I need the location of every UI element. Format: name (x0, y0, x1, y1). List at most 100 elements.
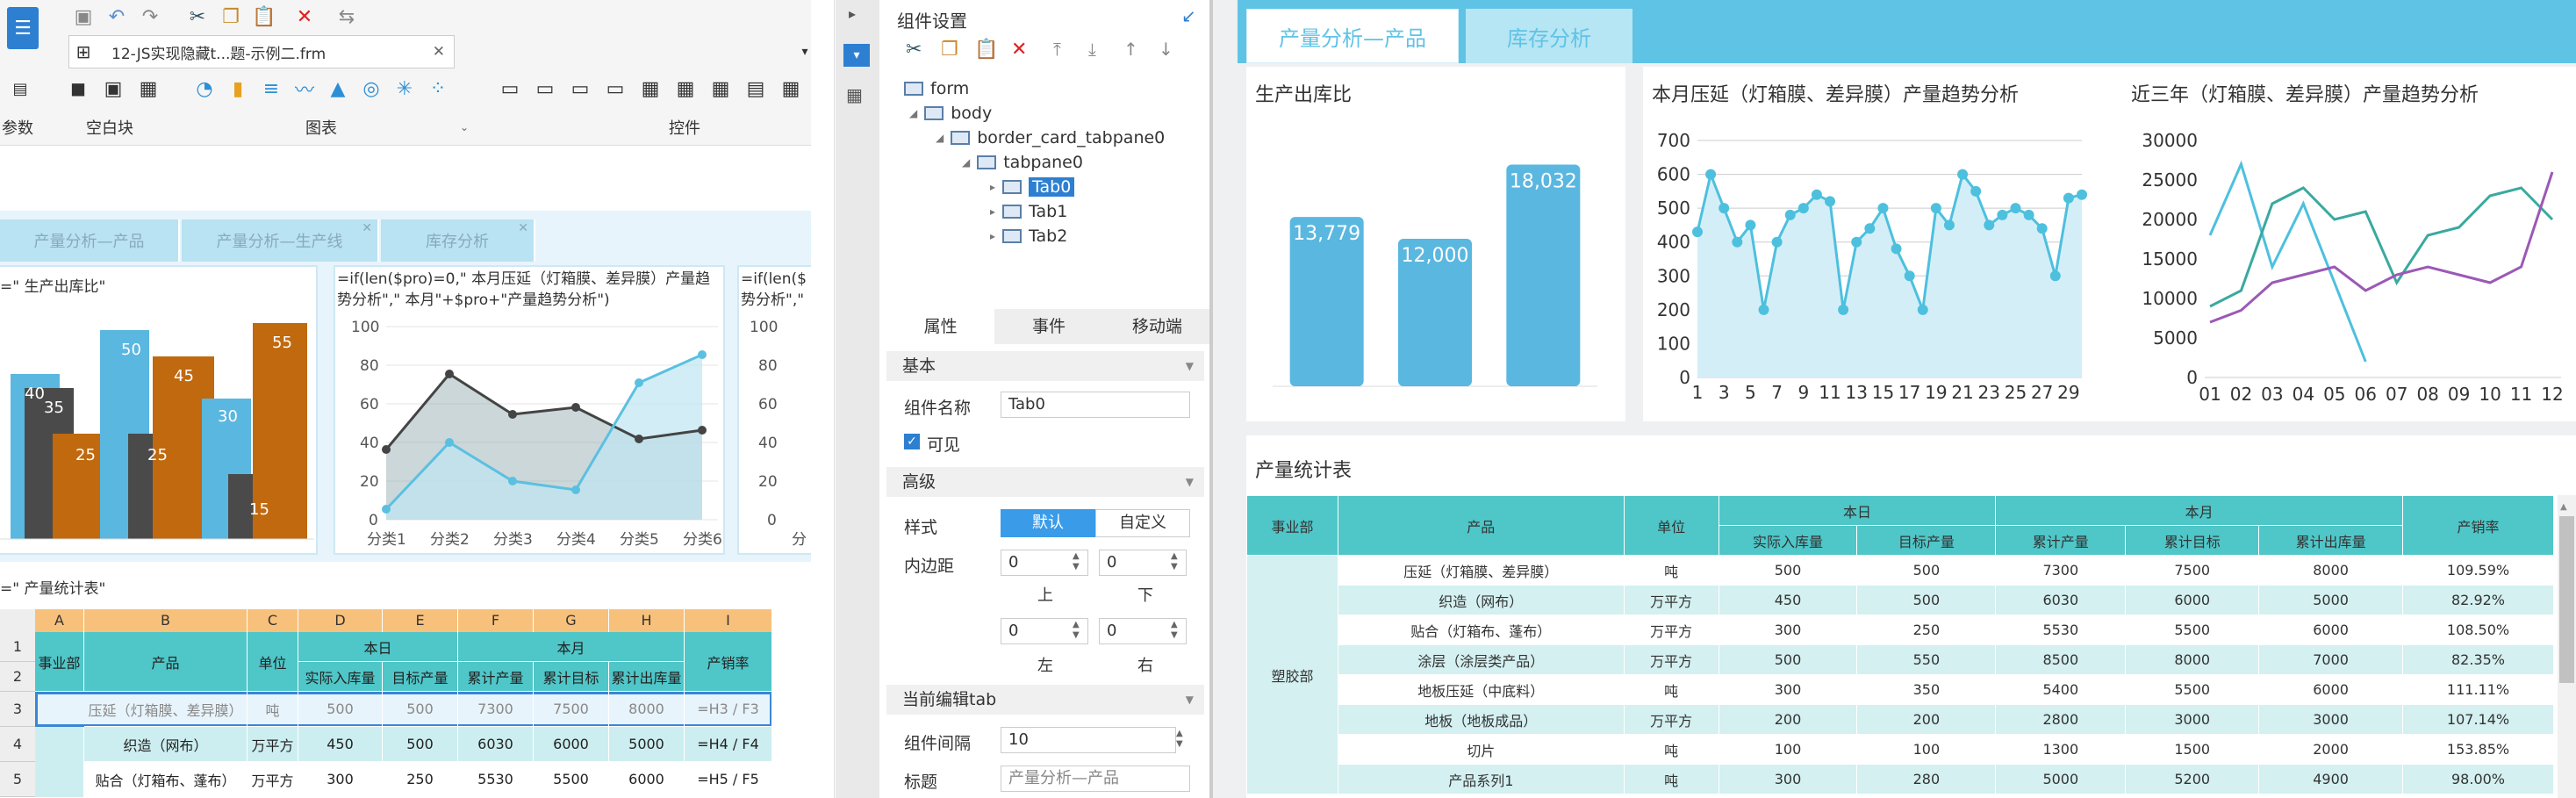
cell[interactable]: 300 (298, 762, 383, 797)
grid-icon[interactable]: ⊞ (70, 39, 97, 65)
preview-tab-1[interactable]: 产量分析—产品 (1246, 9, 1459, 63)
spinner-icon[interactable]: ▲ ▼ (1171, 620, 1178, 641)
tree-node-border-card[interactable]: ◢ border_card_tabpane0 (936, 128, 1165, 147)
spinner-icon[interactable]: ▲ ▼ (1073, 620, 1080, 641)
control-icon-5[interactable]: ▦ (637, 75, 664, 102)
spinner-icon[interactable]: ▲ ▼ (1171, 551, 1178, 572)
cell[interactable]: 累计目标 (534, 662, 609, 692)
cell[interactable]: 7300 (458, 692, 534, 727)
control-icon-1[interactable]: ▭ (497, 75, 523, 102)
cell[interactable]: 实际入库量 (298, 662, 383, 692)
tab-close-icon[interactable]: ✕ (518, 221, 528, 235)
param-icon[interactable]: ▤ (7, 75, 33, 102)
cell[interactable]: 织造（网布） (84, 727, 248, 762)
cell[interactable]: 5000 (609, 727, 685, 762)
row-header[interactable]: 3 (0, 692, 35, 727)
tab-events[interactable]: 事件 (994, 309, 1102, 344)
col-header[interactable]: E (383, 609, 458, 632)
cell[interactable]: 累计出库量 (609, 662, 685, 692)
cell[interactable]: 本日 (298, 632, 458, 662)
col-header[interactable]: B (84, 609, 248, 632)
control-icon-2[interactable]: ▭ (532, 75, 558, 102)
cell[interactable]: 500 (383, 727, 458, 762)
cell[interactable]: =H5 / F5 (685, 762, 772, 797)
col-header[interactable]: G (534, 609, 609, 632)
gauge-chart-icon[interactable]: ◎ (358, 75, 384, 102)
copy-icon[interactable]: ❐ (941, 39, 958, 61)
col-header[interactable]: F (458, 609, 534, 632)
tree-node-tab2[interactable]: ▸ Tab2 (990, 226, 1067, 246)
visible-checkbox[interactable]: ✓ (904, 434, 920, 449)
control-icon-7[interactable]: ▦ (707, 75, 734, 102)
cell[interactable]: 吨 (248, 692, 298, 727)
delete-icon[interactable]: ✕ (291, 4, 318, 30)
dropdown-icon[interactable]: ▾ (792, 39, 811, 65)
designer-tab-3[interactable]: 库存分析 ✕ (381, 219, 535, 262)
tab-mobile[interactable]: 移动端 (1103, 309, 1211, 344)
expand-icon[interactable]: ◢ (936, 132, 944, 144)
cell[interactable]: =H3 / F3 (685, 692, 772, 727)
cell[interactable]: 250 (383, 762, 458, 797)
control-icon-4[interactable]: ▭ (602, 75, 628, 102)
cell[interactable]: 500 (298, 692, 383, 727)
layout-icon[interactable]: ▦ (846, 84, 863, 105)
cell[interactable]: 万平方 (248, 762, 298, 797)
move-top-icon[interactable]: ⤒ (1053, 39, 1061, 60)
expand-icon[interactable]: ◢ (909, 107, 917, 119)
cell[interactable]: 8000 (609, 692, 685, 727)
bar-chart-card[interactable]: =" 生产出库比" 40 35 25 50 45 25 30 15 55 (0, 265, 318, 555)
hbar-chart-icon[interactable]: ≡ (258, 75, 284, 102)
designer-tab-1[interactable]: 产量分析—产品 (0, 219, 180, 262)
row-header[interactable]: 2 (0, 662, 35, 692)
cell[interactable]: 5530 (458, 762, 534, 797)
collapsed-icon[interactable]: ▸ (990, 181, 995, 193)
collapse-arrow-icon[interactable]: ▸ (849, 5, 856, 22)
cell[interactable]: 压延（灯箱膜、差异膜） (84, 692, 248, 727)
close-tab-icon[interactable]: ✕ (433, 43, 445, 61)
cell[interactable]: 事业部 (35, 632, 84, 692)
cell[interactable]: 目标产量 (383, 662, 458, 692)
cell[interactable]: =H4 / F4 (685, 727, 772, 762)
copy-icon[interactable]: ❐ (218, 4, 244, 30)
spinner-icon[interactable]: ▲ ▼ (1073, 551, 1080, 572)
tab-close-icon[interactable]: ✕ (362, 221, 372, 235)
comp-name-input[interactable]: Tab0 (1001, 392, 1190, 418)
style-custom-button[interactable]: 自定义 (1095, 509, 1190, 537)
cell[interactable]: 6030 (458, 727, 534, 762)
section-current-tab[interactable]: 当前编辑tab ▼ (886, 685, 1204, 715)
cell[interactable]: 产销率 (685, 632, 772, 692)
cut-icon[interactable]: ✂ (906, 39, 922, 61)
control-icon-8[interactable]: ▤ (743, 75, 769, 102)
row-header[interactable]: 1 (0, 632, 35, 662)
block-icon-2[interactable]: ▣ (100, 75, 126, 102)
designer-tab-2[interactable]: 产量分析—生产线 ✕ (182, 219, 379, 262)
delete-icon[interactable]: ✕ (1011, 39, 1027, 61)
collapsed-icon[interactable]: ▸ (990, 205, 995, 218)
control-icon-3[interactable]: ▭ (567, 75, 593, 102)
section-basic[interactable]: 基本 ▼ (886, 351, 1204, 381)
line-chart-icon[interactable]: 〰 (291, 75, 318, 102)
line-chart-card-2[interactable]: =if(len($ 势分析"," 100 80 60 40 20 0 分 (737, 265, 811, 555)
scroll-thumb[interactable] (2559, 516, 2574, 683)
sheet-grid[interactable]: A B C D E F G H I 1 2 3 4 5 事业部 产品 单位 本日… (0, 609, 811, 798)
cell[interactable]: 450 (298, 727, 383, 762)
tree-node-body[interactable]: ◢ body (909, 104, 992, 123)
corner-cell[interactable] (0, 609, 35, 632)
radar-chart-icon[interactable]: ✳ (391, 75, 418, 102)
redo-icon[interactable]: ↷ (137, 4, 163, 30)
cell[interactable]: 7500 (534, 692, 609, 727)
block-icon-3[interactable]: ▦ (135, 75, 161, 102)
move-up-icon[interactable]: ↑ (1123, 39, 1138, 60)
move-down-icon[interactable]: ↓ (1159, 39, 1173, 60)
gap-input[interactable]: 10 (1001, 727, 1176, 753)
cell[interactable]: 6000 (534, 727, 609, 762)
cell[interactable]: 5500 (534, 762, 609, 797)
col-header[interactable]: C (248, 609, 298, 632)
cell[interactable]: 累计产量 (458, 662, 534, 692)
expand-icon[interactable]: ◢ (962, 156, 970, 169)
tree-node-tab0[interactable]: ▸ Tab0 (990, 177, 1075, 197)
paste-icon[interactable]: 📋 (974, 39, 998, 61)
tab-properties[interactable]: 属性 (886, 309, 995, 344)
section-advanced[interactable]: 高级 ▼ (886, 467, 1204, 497)
row-header[interactable]: 4 (0, 727, 35, 762)
